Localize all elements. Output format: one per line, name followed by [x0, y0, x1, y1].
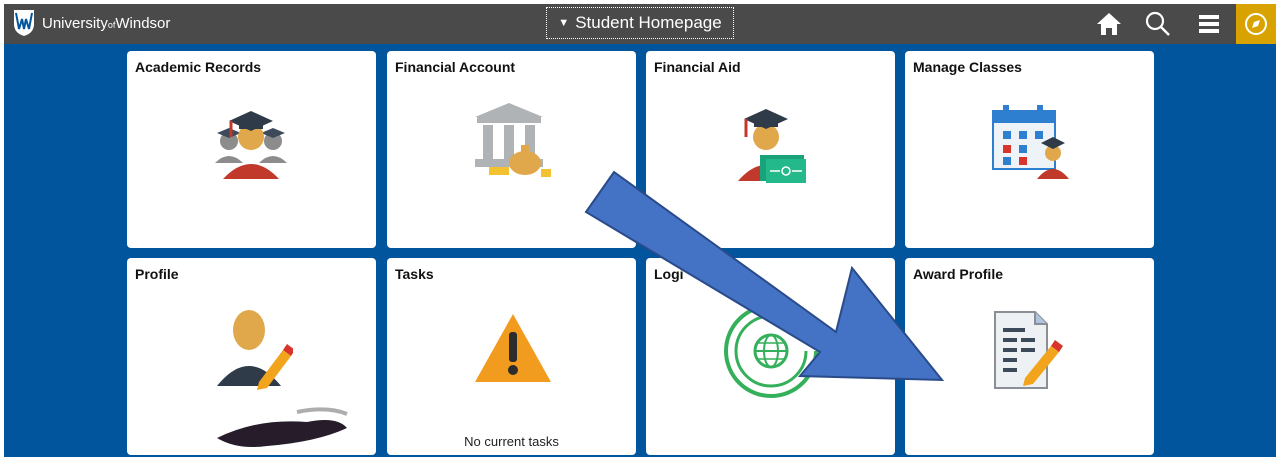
globe-refresh-icon — [724, 304, 818, 398]
bank-money-icon — [475, 103, 551, 177]
top-bar: UniversityofWindsor ▼ Student Homepage — [4, 4, 1276, 44]
tile-title: Profile — [135, 266, 179, 282]
redaction-scribble — [217, 407, 348, 447]
tile-financial-aid[interactable]: Financial Aid — [646, 51, 895, 248]
menu-icon[interactable] — [1196, 11, 1222, 37]
tile-title: Manage Classes — [913, 59, 1022, 75]
graduate-money-icon — [738, 109, 806, 183]
tile-title: Logi — [654, 266, 684, 282]
tile-manage-classes[interactable]: Manage Classes — [905, 51, 1154, 248]
navbar-button[interactable] — [1236, 4, 1276, 44]
search-icon[interactable] — [1144, 11, 1170, 37]
warning-icon — [475, 314, 551, 382]
profile-edit-icon — [217, 310, 293, 390]
tile-title: Tasks — [395, 266, 434, 282]
tile-login[interactable]: Logi — [646, 258, 895, 455]
page-title: Student Homepage — [575, 13, 722, 32]
university-shield-icon — [14, 10, 34, 36]
document-edit-icon — [994, 311, 1063, 389]
tile-title: Award Profile — [913, 266, 1003, 282]
tile-award-profile[interactable]: Award Profile — [905, 258, 1154, 455]
page-title-dropdown[interactable]: ▼ Student Homepage — [546, 7, 734, 39]
tile-title: Academic Records — [135, 59, 262, 75]
calendar-student-icon — [992, 105, 1069, 179]
app-frame: UniversityofWindsor ▼ Student Homepage A… — [4, 4, 1276, 457]
tile-title: Financial Account — [395, 59, 516, 75]
graduates-icon — [215, 111, 287, 179]
compass-icon — [1245, 13, 1267, 35]
tasks-status-text: No current tasks — [464, 434, 559, 449]
university-logo-text[interactable]: UniversityofWindsor — [42, 15, 170, 32]
tile-financial-account[interactable]: Financial Account — [387, 51, 636, 248]
home-icon[interactable] — [1096, 11, 1122, 37]
tile-academic-records[interactable]: Academic Records — [127, 51, 376, 248]
tile-profile[interactable]: Profile — [127, 258, 376, 455]
caret-down-icon: ▼ — [558, 17, 570, 29]
tile-tasks[interactable]: Tasks No current tasks — [387, 258, 636, 455]
tile-title: Financial Aid — [654, 59, 741, 75]
